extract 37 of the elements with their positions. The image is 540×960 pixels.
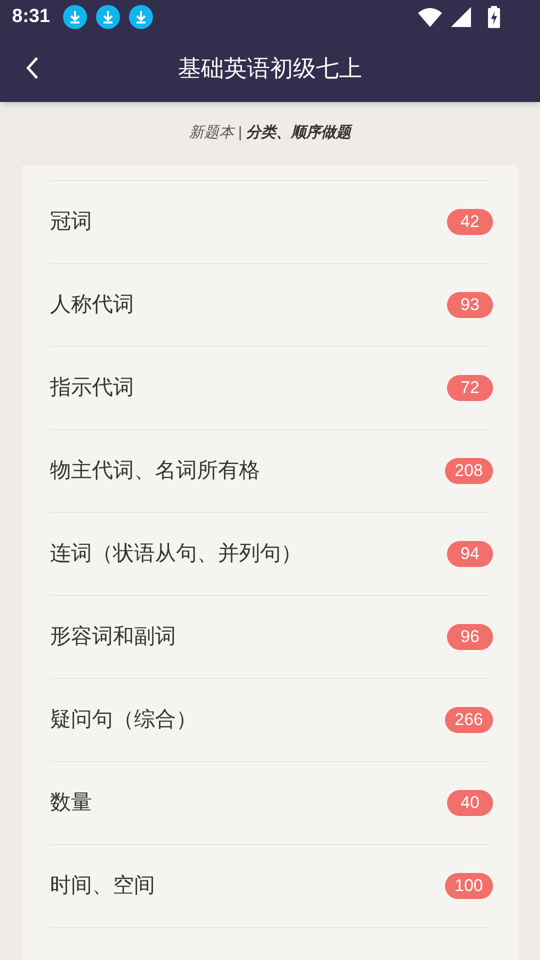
category-label: 时间、空间	[50, 873, 155, 900]
category-label: 连词（状语从句、并列句）	[50, 541, 302, 568]
category-item[interactable]: 数量 40	[50, 761, 490, 844]
count-badge: 208	[444, 458, 493, 484]
category-item[interactable]: 人称代词 93	[50, 263, 490, 346]
status-time: 8:31	[12, 4, 50, 29]
wifi-icon	[418, 7, 442, 27]
category-item[interactable]: 时间、空间 100	[50, 844, 490, 927]
battery-icon	[488, 6, 500, 28]
download-icon	[96, 5, 120, 29]
count-badge: 42	[447, 209, 493, 235]
count-badge: 100	[444, 873, 493, 899]
category-label: 疑问句（综合）	[50, 707, 197, 734]
download-icon	[129, 5, 154, 29]
download-icon	[63, 5, 88, 29]
count-badge: 266	[444, 707, 493, 733]
category-label: 指示代词	[50, 375, 134, 402]
category-item[interactable]: 连词（状语从句、并列句） 94	[50, 512, 490, 595]
category-label: 数量	[50, 790, 92, 816]
category-item[interactable]: 物主代词、名词所有格 208	[50, 429, 490, 512]
count-badge: 72	[447, 375, 493, 401]
category-item[interactable]: 形容词和副词 96	[50, 595, 490, 678]
count-badge: 40	[447, 790, 493, 816]
category-label: 形容词和副词	[50, 624, 176, 650]
count-badge: 96	[447, 624, 493, 650]
signal-icon	[451, 7, 471, 27]
page-title: 基础英语初级七上	[178, 54, 362, 83]
count-badge: 93	[447, 292, 493, 318]
category-item[interactable]: 指示代词 72	[50, 346, 490, 429]
category-label: 物主代词、名词所有格	[50, 458, 260, 484]
category-label: 人称代词	[50, 292, 134, 318]
subtitle: 新题本 | 分类、顺序做题	[188, 123, 352, 144]
count-badge: 94	[447, 541, 493, 567]
category-item[interactable]: 冠词 42	[50, 180, 490, 263]
category-label: 冠词	[50, 209, 92, 236]
category-item[interactable]: 疑问句（综合） 266	[50, 678, 490, 761]
back-icon	[25, 56, 39, 80]
